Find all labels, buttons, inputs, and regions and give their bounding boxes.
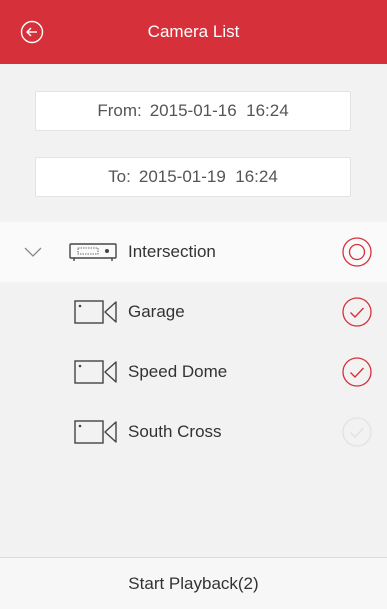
- camera-label: Speed Dome: [128, 362, 228, 381]
- camera-label: Garage: [128, 302, 185, 321]
- camera-icon: [74, 300, 117, 324]
- chevron-down-icon[interactable]: [24, 246, 42, 258]
- from-label: From:: [97, 101, 142, 120]
- back-icon[interactable]: [20, 20, 44, 44]
- group-row-intersection[interactable]: Intersection: [0, 222, 387, 282]
- group-label: Intersection: [128, 242, 216, 261]
- page-title: Camera List: [147, 22, 240, 41]
- from-date-field[interactable]: From: 2015-01-16 16:24: [35, 91, 351, 131]
- to-value: 2015-01-19 16:24: [138, 167, 278, 186]
- camera-list-screen: Camera List From: 2015-01-16 16:24 To: 2…: [0, 0, 387, 609]
- header-bar: Camera List: [0, 0, 387, 64]
- camera-label: South Cross: [128, 422, 222, 441]
- unchecked-icon[interactable]: [341, 416, 373, 448]
- to-date-field[interactable]: To: 2015-01-19 16:24: [35, 157, 351, 197]
- dvr-device-icon: [69, 243, 117, 261]
- checked-icon[interactable]: [341, 296, 373, 328]
- to-label: To:: [108, 167, 131, 186]
- from-value: 2015-01-16 16:24: [149, 101, 289, 120]
- start-playback-label: Start Playback(2): [128, 573, 259, 593]
- start-playback-button[interactable]: Start Playback(2): [0, 557, 387, 609]
- checked-icon[interactable]: [341, 356, 373, 388]
- camera-row-south-cross[interactable]: South Cross: [0, 402, 387, 462]
- camera-icon: [74, 360, 117, 384]
- camera-icon: [74, 420, 117, 444]
- camera-row-speed-dome[interactable]: Speed Dome: [0, 342, 387, 402]
- camera-row-garage[interactable]: Garage: [0, 282, 387, 342]
- camera-list: Intersection Garage Speed Dome South Cro…: [0, 222, 387, 462]
- partial-select-icon[interactable]: [341, 236, 373, 268]
